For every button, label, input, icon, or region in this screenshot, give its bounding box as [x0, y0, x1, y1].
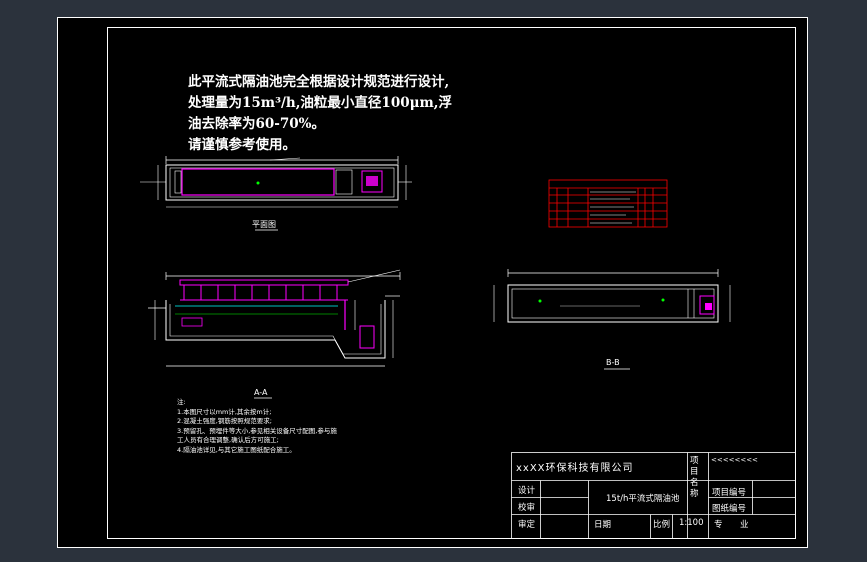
note-item: 3.预留孔、预埋件等大小,参见相关设备尺寸配图,参与施 — [177, 426, 337, 435]
scale-value: 1:100 — [679, 518, 704, 528]
construction-notes: 注: 1.本图尺寸以mm计,其余按m计; 2.混凝土强度,钢筋按照规范要求; 3… — [177, 398, 337, 456]
section-aa-label: A-A — [254, 388, 268, 397]
plan-view — [140, 156, 412, 231]
approve-label: 审定 — [518, 520, 536, 530]
project-number-label: 项目编号 — [712, 488, 747, 498]
project-name-value: <<<<<<<< — [711, 456, 758, 464]
drawing-title: 15t/h平流式隔油池 — [606, 494, 680, 504]
company-name: xxXX环保科技有限公司 — [516, 463, 634, 474]
drawing-viewport[interactable]: 此平流式隔油池完全根据设计规范进行设计, 处理量为15m³/h,油粒最小直径10… — [0, 0, 867, 562]
design-note-line: 此平流式隔油池完全根据设计规范进行设计, — [188, 74, 450, 90]
equipment-table — [548, 179, 668, 228]
notes-title: 注: — [177, 398, 186, 406]
section-bb-view — [493, 269, 731, 370]
design-label: 设计 — [518, 486, 536, 496]
review-label: 校审 — [518, 503, 536, 513]
drawing-number-label: 图纸编号 — [712, 504, 747, 514]
project-name-label: 项目名称 — [690, 456, 699, 499]
date-label: 日期 — [594, 520, 612, 530]
discipline-label-2: 业 — [740, 520, 749, 530]
note-item: 工人员有合理调整,确认后方可施工; — [177, 436, 279, 445]
design-note-line: 油去除率为60-70%。 — [188, 116, 326, 132]
section-bb-label: B-B — [606, 358, 620, 367]
note-item: 1.本图尺寸以mm计,其余按m计; — [177, 407, 272, 416]
design-notes: 此平流式隔油池完全根据设计规范进行设计, 处理量为15m³/h,油粒最小直径10… — [188, 72, 452, 156]
discipline-label: 专 — [714, 520, 723, 530]
section-aa-view — [148, 269, 401, 399]
plan-view-label: 平面图 — [252, 220, 276, 229]
equipment-table-text — [590, 191, 636, 224]
note-item: 4.隔油池详见,与其它施工图纸配合施工。 — [177, 445, 296, 454]
scale-label: 比例 — [653, 520, 671, 530]
design-note-line: 处理量为15m³/h,油粒最小直径100μm,浮 — [188, 95, 452, 111]
design-note-line: 请谨慎参考使用。 — [188, 137, 296, 153]
note-item: 2.混凝土强度,钢筋按照规范要求; — [177, 417, 272, 426]
